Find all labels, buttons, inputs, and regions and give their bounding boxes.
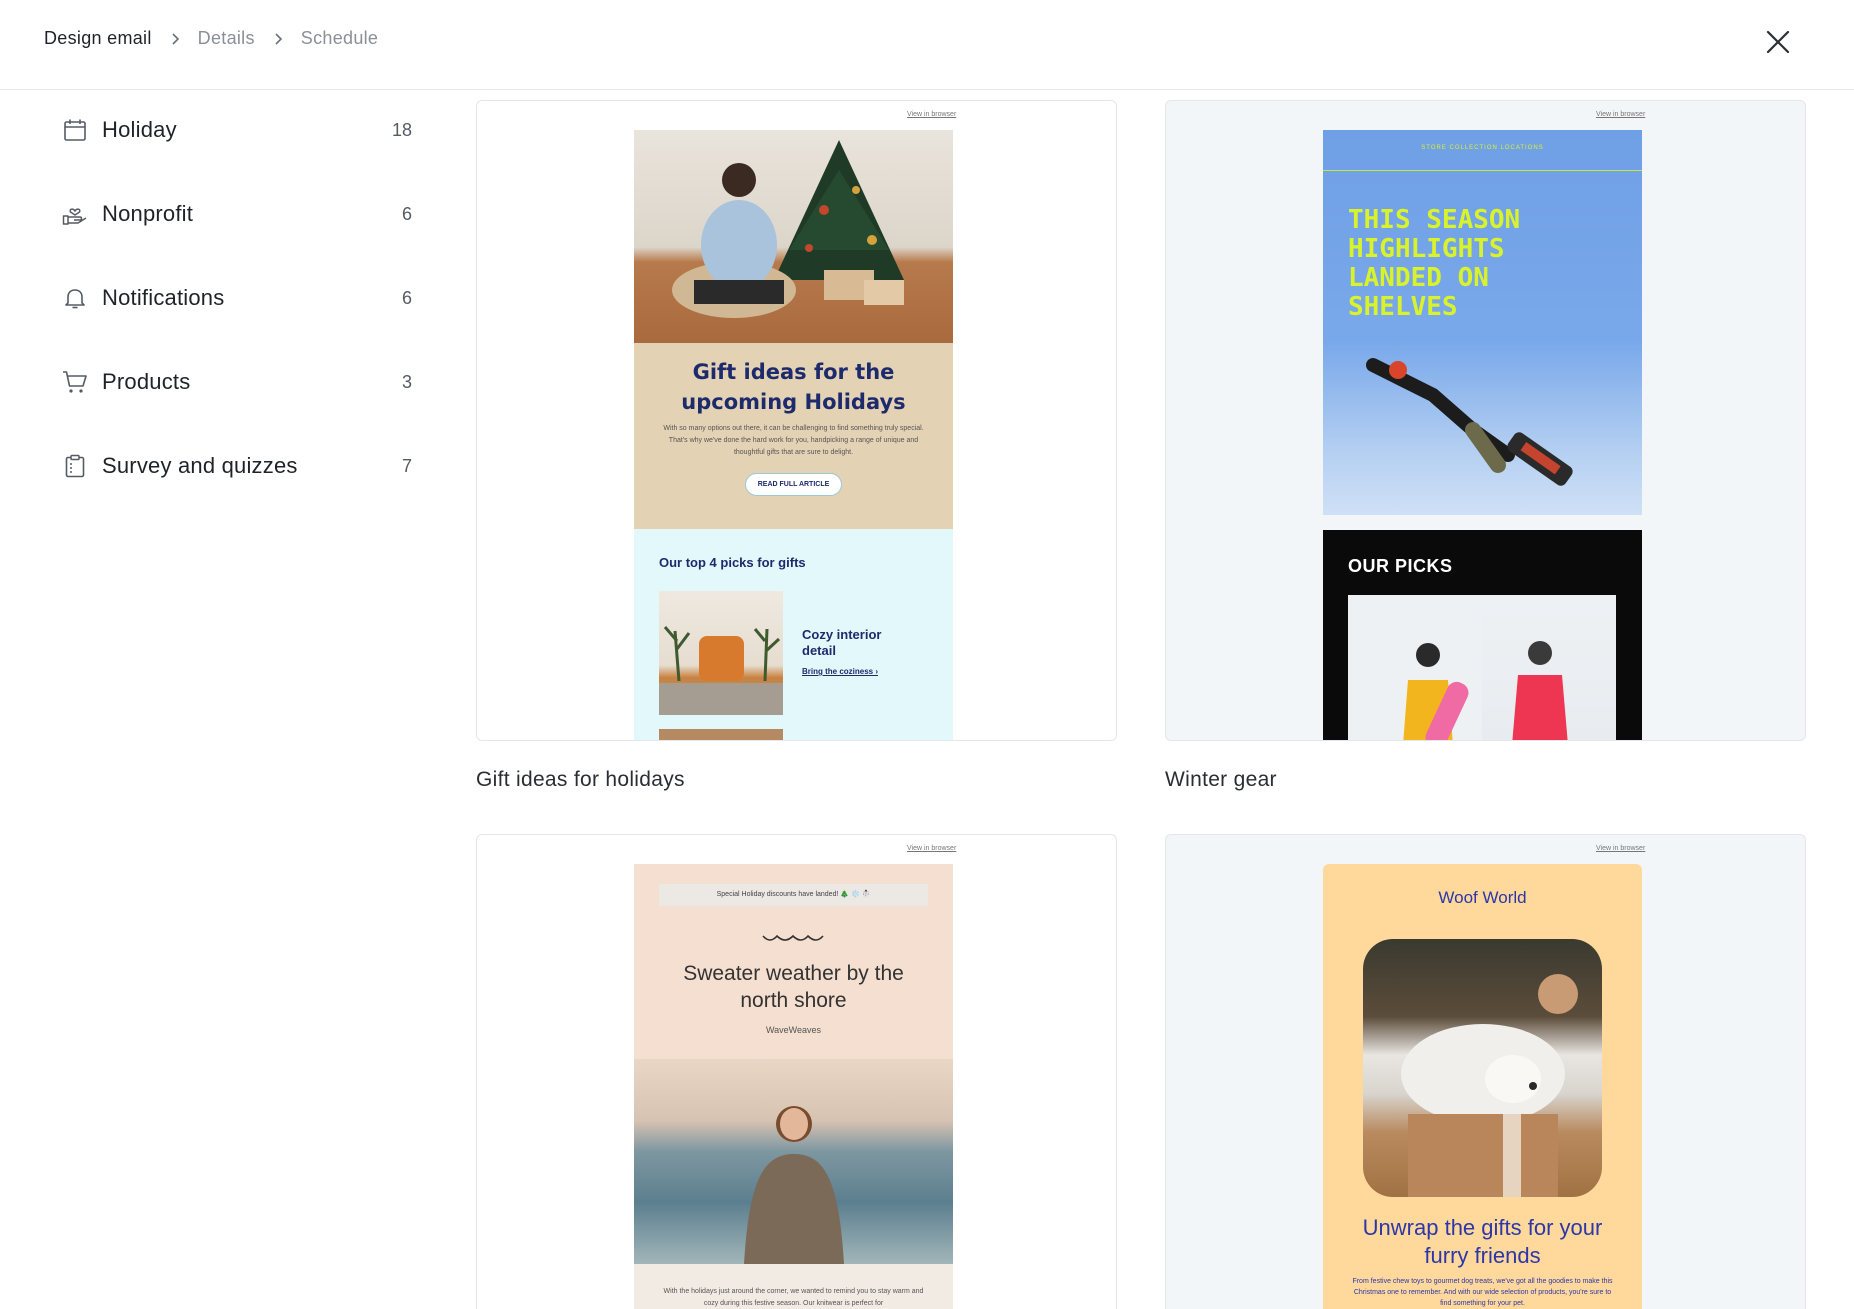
breadcrumb: Design email Details Schedule: [44, 28, 378, 49]
section-title: Our top 4 picks for gifts: [659, 555, 806, 570]
template-preview[interactable]: View in browser Special Holiday discount…: [476, 834, 1117, 1309]
email-body: With so many options out there, it can b…: [663, 425, 924, 456]
hand-heart-icon: [62, 201, 88, 227]
read-article-button: READ FULL ARTICLE: [744, 473, 843, 496]
breadcrumb-details[interactable]: Details: [198, 28, 255, 49]
email-heading: Sweater weather by the north shore: [683, 962, 904, 1012]
email-preview: Gift ideas for the upcoming Holidays Wit…: [634, 130, 953, 740]
chevron-right-icon: [152, 32, 198, 46]
snowboarder-illustration: [1366, 358, 1573, 486]
sidebar-item-notifications[interactable]: Notifications 6: [62, 273, 412, 323]
email-preview: Special Holiday discounts have landed! 🎄…: [634, 864, 953, 1309]
template-title[interactable]: Gift ideas for holidays: [476, 768, 685, 792]
template-preview[interactable]: View in browser Gift ideas for the upcom…: [476, 100, 1117, 741]
close-button[interactable]: [1762, 26, 1794, 58]
sidebar-item-survey-and-quizzes[interactable]: Survey and quizzes 7: [62, 441, 412, 491]
calendar-icon: [62, 117, 88, 143]
email-heading: Unwrap the gifts for your furry friends: [1362, 1215, 1603, 1268]
wave-icon: [762, 934, 824, 941]
template-preview[interactable]: View in browser Woof World Unwrap the gi…: [1165, 834, 1806, 1309]
sidebar-item-label: Nonprofit: [102, 201, 194, 226]
email-brand: Woof World: [1438, 888, 1527, 907]
view-in-browser-link: View in browser: [907, 845, 957, 852]
email-preview: STORE COLLECTION LOCATIONS THIS SEASON H…: [1323, 130, 1642, 740]
sidebar-item-label: Survey and quizzes: [102, 453, 298, 478]
picks-section: Our top 4 picks for gifts Cozy interior …: [634, 529, 953, 740]
sidebar-item-holiday[interactable]: Holiday 18: [62, 105, 412, 155]
sidebar-item-label: Holiday: [102, 117, 177, 142]
email-brand: WaveWeaves: [765, 1025, 822, 1035]
hero-image: [634, 1059, 953, 1264]
view-in-browser-link: View in browser: [907, 111, 957, 118]
email-body: With the holidays just around the corner…: [634, 1264, 953, 1309]
sidebar-item-label: Products: [102, 369, 191, 394]
sidebar-item-label: Notifications: [102, 285, 225, 310]
product-image: [659, 591, 783, 715]
hero-band: Gift ideas for the upcoming Holidays Wit…: [634, 343, 953, 529]
sidebar-item-count: 6: [401, 203, 412, 224]
cart-icon: [62, 369, 88, 395]
view-in-browser-link: View in browser: [1596, 845, 1646, 852]
hero-image: [1363, 939, 1602, 1197]
chevron-right-icon: [255, 32, 301, 46]
sidebar-item-products[interactable]: Products 3: [62, 357, 412, 407]
item-title: Cozy interior detail: [802, 627, 882, 658]
picks-section: OUR PICKS: [1323, 530, 1642, 740]
sidebar-item-count: 3: [401, 371, 412, 392]
announcement-banner: Special Holiday discounts have landed! 🎄…: [659, 884, 928, 906]
sidebar-item-count: 7: [401, 455, 412, 476]
email-body: From festive chew toys to gourmet dog tr…: [1352, 1278, 1613, 1307]
view-in-browser-link: View in browser: [1596, 111, 1646, 118]
sidebar-item-count: 18: [391, 119, 412, 140]
email-heading: Gift ideas for the upcoming Holidays: [681, 360, 906, 414]
breadcrumb-schedule[interactable]: Schedule: [301, 28, 378, 49]
top-bar: Design email Details Schedule: [0, 0, 1854, 90]
hero-image: [634, 130, 953, 343]
clipboard-icon: [62, 453, 88, 479]
bell-icon: [62, 285, 88, 311]
email-preview: Woof World Unwrap the gifts for your fur…: [1323, 864, 1642, 1309]
breadcrumb-design-email[interactable]: Design email: [44, 28, 152, 49]
item-link: Bring the coziness ›: [802, 667, 879, 676]
product-image: [1348, 595, 1616, 740]
sidebar-item-nonprofit[interactable]: Nonprofit 6: [62, 189, 412, 239]
hero-section: STORE COLLECTION LOCATIONS THIS SEASON H…: [1323, 130, 1642, 515]
template-title[interactable]: Winter gear: [1165, 768, 1277, 792]
sidebar-item-count: 6: [401, 287, 412, 308]
product-image-2: [659, 729, 783, 740]
section-title: OUR PICKS: [1348, 556, 1453, 576]
close-icon: [1766, 30, 1790, 54]
template-preview[interactable]: View in browser STORE COLLECTION LOCATIO…: [1165, 100, 1806, 741]
